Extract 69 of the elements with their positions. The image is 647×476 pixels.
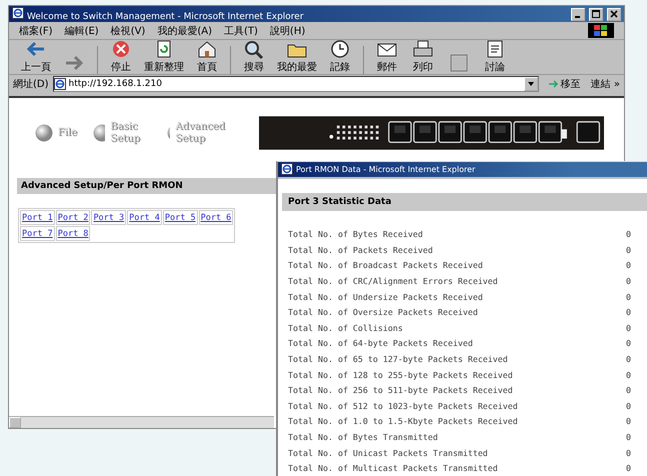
toolbar-button[interactable]: 搜尋 — [237, 38, 271, 74]
toolbar-button[interactable]: 首頁 — [190, 38, 224, 74]
stat-value: 0 — [626, 307, 631, 318]
links-label[interactable]: 連結 » — [590, 77, 620, 91]
menu-item[interactable]: 檢視(V) — [110, 24, 146, 38]
stat-value: 0 — [626, 432, 631, 442]
stat-label: Total No. of Unicast Packets Transmitted — [288, 448, 488, 458]
toolbar-button[interactable]: 我的最愛 — [273, 38, 321, 74]
close-button[interactable] — [607, 8, 621, 20]
toolbar-button[interactable]: 郵件 — [370, 38, 404, 74]
toolbar-button[interactable]: 停止 — [104, 38, 138, 74]
toolbar-button[interactable]: 列印 — [406, 38, 440, 74]
stat-label: Total No. of CRC/Alignment Errors Received — [288, 276, 498, 286]
stat-value: 0 — [626, 244, 631, 255]
window-title: Welcome to Switch Management - Microsoft Internet Explorer — [12, 6, 567, 22]
stat-label: Total No. of Collisions — [288, 322, 403, 333]
maximize-icon — [592, 10, 600, 18]
menu-item[interactable]: 編輯(E) — [64, 24, 99, 38]
flag-logo-icon — [588, 23, 614, 38]
address-field[interactable]: http://192.168.1.210 — [52, 76, 539, 92]
stat-value: 0 — [626, 229, 631, 240]
stat-value: 0 — [626, 354, 631, 364]
toolbar-button[interactable]: 討論 — [478, 38, 512, 74]
stat-value: 0 — [626, 400, 631, 411]
browser-icon — [12, 6, 24, 18]
stat-label: Total No. of Undersize Packets Received — [288, 292, 483, 302]
stat-label: Total No. of 256 to 511-byte Packets Received — [288, 385, 513, 396]
close-icon — [610, 10, 618, 18]
stat-label: Total No. of 65 to 127-byte Packets Received — [288, 354, 508, 364]
stat-value: 0 — [626, 448, 631, 458]
maximize-button[interactable] — [589, 8, 603, 20]
stat-label: Total No. of Bytes Received — [288, 229, 423, 240]
stat-value: 0 — [626, 292, 631, 302]
address-label: 網址(D) — [13, 78, 49, 91]
stat-label: Total No. of 512 to 1023-byte Packets Received — [288, 400, 518, 411]
stat-label: Total No. of Bytes Transmitted — [288, 432, 438, 442]
dropdown-button[interactable] — [524, 77, 538, 91]
go-button[interactable]: 移至 — [542, 77, 587, 91]
toolbar-button[interactable]: 記錄 — [323, 38, 357, 74]
stat-label: Total No. of 128 to 255-byte Packets Received — [288, 370, 513, 380]
stat-value: 0 — [626, 322, 631, 333]
stat-value: 0 — [626, 370, 631, 380]
stat-label: Total No. of Oversize Packets Received — [288, 307, 478, 318]
menu-item[interactable]: 檔案(F) — [19, 24, 53, 38]
stat-value: 0 — [626, 260, 631, 270]
stat-label: Total No. of Multicast Packets Transmitted — [288, 463, 498, 474]
search-icon — [242, 38, 266, 60]
window-title: Port RMON Data - Microsoft Internet Explorer — [281, 163, 476, 176]
menu-item[interactable]: 說明(H) — [270, 24, 306, 38]
section-title: Port 3 Statistic Data — [282, 192, 647, 210]
stat-label: Total No. of 64-byte Packets Received — [288, 338, 473, 348]
toolbar-button[interactable]: 重新整理 — [140, 38, 188, 74]
horizontal-scrollbar[interactable] — [9, 416, 274, 428]
stat-value: 0 — [626, 416, 631, 426]
minimize-button[interactable] — [571, 8, 585, 20]
stat-label: Total No. of 1.0 to 1.5-Kbyte Packets Received — [288, 416, 518, 426]
caret-icon — [528, 82, 534, 86]
stat-value: 0 — [626, 338, 631, 348]
menu-item[interactable]: 我的最愛(A) — [157, 24, 212, 38]
browser-icon — [281, 163, 293, 176]
stat-label: Total No. of Broadcast Packets Received — [288, 260, 483, 270]
stat-value: 0 — [626, 463, 631, 474]
stat-label: Total No. of Packets Received — [288, 244, 433, 255]
page-icon — [54, 78, 66, 90]
stat-value: 0 — [626, 385, 631, 396]
toolbar-button[interactable]: 上一頁 — [17, 38, 55, 74]
arrow-right-icon — [548, 80, 559, 88]
stat-value: 0 — [626, 276, 631, 286]
menu-item[interactable]: 工具(T) — [224, 24, 258, 38]
